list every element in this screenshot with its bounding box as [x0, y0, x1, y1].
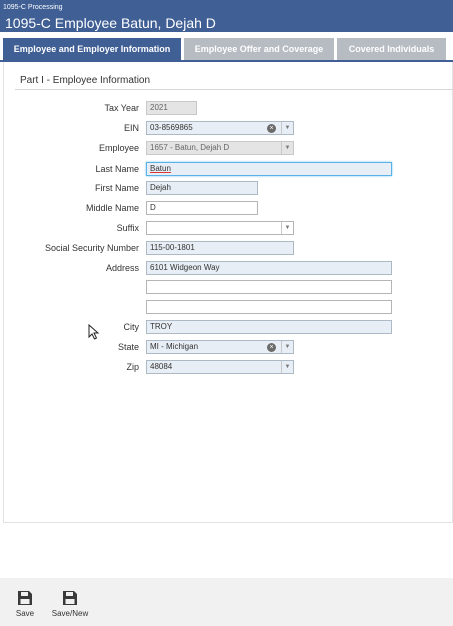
save-label: Save — [15, 609, 35, 618]
tax-year-value: 2021 — [150, 103, 168, 112]
middle-name-value: D — [150, 203, 156, 212]
save-button[interactable]: Save — [11, 590, 39, 618]
section-divider — [15, 89, 453, 90]
chevron-down-icon[interactable]: ▼ — [281, 122, 293, 134]
tax-year-label: Tax Year — [104, 103, 139, 113]
city-label: City — [123, 322, 140, 332]
employee-label: Employee — [98, 143, 139, 153]
state-label: State — [117, 342, 139, 352]
zip-label: Zip — [126, 362, 139, 372]
tab-covered-individuals[interactable]: Covered Individuals — [337, 38, 446, 60]
first-name-input[interactable]: Dejah — [146, 181, 258, 195]
first-name-value: Dejah — [150, 183, 171, 192]
suffix-label: Suffix — [116, 223, 139, 233]
mouse-pointer-icon — [88, 324, 100, 340]
city-input[interactable]: TROY — [146, 320, 392, 334]
last-name-label: Last Name — [95, 164, 139, 174]
chevron-down-icon[interactable]: ▼ — [281, 222, 293, 234]
middle-name-label: Middle Name — [85, 203, 139, 213]
employee-select: 1657 - Batun, Dejah D ▼ — [146, 141, 294, 155]
ssn-value: 115-00-1801 — [150, 243, 195, 252]
middle-name-input[interactable]: D — [146, 201, 258, 215]
clear-icon[interactable]: × — [267, 124, 276, 133]
address-line2-input[interactable] — [146, 280, 392, 294]
zip-value: 48084 — [150, 362, 173, 371]
floppy-disk-icon — [63, 591, 77, 605]
employee-value: 1657 - Batun, Dejah D — [150, 143, 230, 152]
chevron-down-icon[interactable]: ▼ — [281, 361, 293, 373]
chevron-down-icon[interactable]: ▼ — [281, 341, 293, 353]
title-bar: 1095-C Processing 1095-C Employee Batun,… — [0, 0, 453, 32]
zip-select[interactable]: 48084 ▼ — [146, 360, 294, 374]
first-name-label: First Name — [94, 183, 139, 193]
floppy-disk-icon — [18, 591, 32, 605]
state-select[interactable]: MI - Michigan × ▼ — [146, 340, 294, 354]
section-title: Part I - Employee Information — [20, 75, 151, 86]
tax-year-field: 2021 — [146, 101, 197, 115]
ein-label: EIN — [123, 123, 139, 133]
page-title: 1095-C Employee Batun, Dejah D — [5, 15, 216, 31]
address-line3-input[interactable] — [146, 300, 392, 314]
last-name-value: Batun — [150, 164, 171, 173]
address-label: Address — [105, 263, 139, 273]
state-value: MI - Michigan — [150, 342, 199, 351]
city-value: TROY — [150, 322, 173, 331]
ssn-label: Social Security Number — [44, 243, 139, 253]
address-line1-input[interactable]: 6101 Widgeon Way — [146, 261, 392, 275]
last-name-input[interactable]: Batun — [146, 162, 392, 176]
save-new-button[interactable]: Save/New — [48, 590, 92, 618]
tab-bar: Employee and Employer Information Employ… — [0, 38, 453, 60]
clear-icon[interactable]: × — [267, 343, 276, 352]
chevron-down-icon: ▼ — [281, 142, 293, 154]
app-subtitle: 1095-C Processing — [3, 4, 63, 11]
ein-value: 03-8569865 — [150, 123, 193, 132]
ein-select[interactable]: 03-8569865 × ▼ — [146, 121, 294, 135]
suffix-select[interactable]: ▼ — [146, 221, 294, 235]
ssn-input[interactable]: 115-00-1801 — [146, 241, 294, 255]
tab-employee-employer-info[interactable]: Employee and Employer Information — [3, 38, 181, 60]
address-line1-value: 6101 Widgeon Way — [150, 263, 220, 272]
save-new-label: Save/New — [51, 609, 89, 618]
tab-employee-offer-coverage[interactable]: Employee Offer and Coverage — [184, 38, 334, 60]
